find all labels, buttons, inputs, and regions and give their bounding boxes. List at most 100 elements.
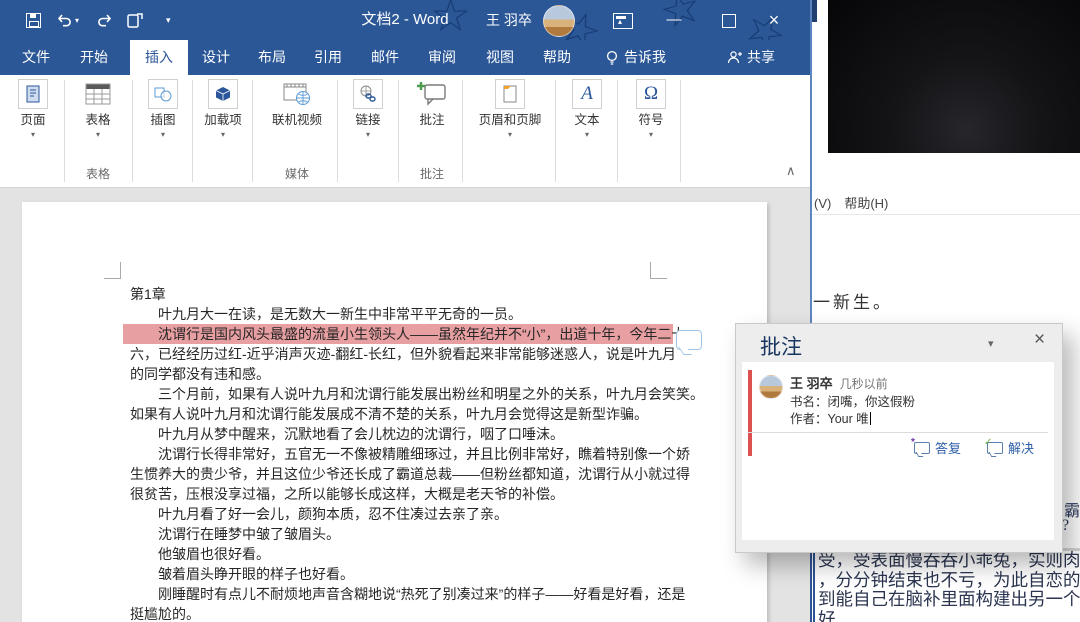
share-label: 共享 [747, 49, 775, 65]
document-line[interactable]: 皱着眉头睁开眼的样子也好看。 [130, 564, 666, 584]
text-button[interactable]: A 文本 ▾ [560, 79, 614, 139]
tab-view[interactable]: 视图 [486, 40, 514, 75]
comment-text-line[interactable]: 作者：Your 唯 [790, 408, 871, 427]
reply-button[interactable]: * 答复 [911, 437, 961, 457]
close-icon[interactable]: × [1034, 329, 1045, 351]
ribbon: 页面 ▾ 表格 ▾ 插图 ▾ 加载项 ▾ 联机视频 链接 ▾ 批注 页眉和页脚 … [0, 75, 810, 188]
document-line[interactable]: 第1章 [130, 284, 666, 304]
links-label: 链接 [355, 113, 381, 127]
chevron-down-icon: ▾ [648, 130, 653, 139]
document-canvas[interactable]: 第1章 叶九月大一在读，是无数大一新生中非常平平无奇的一员。 沈谓行是国内风头最… [0, 188, 810, 622]
symbols-button[interactable]: Ω 符号 ▾ [624, 79, 678, 139]
margin-corner-mark [650, 262, 667, 279]
user-name[interactable]: 王 羽卒 [486, 0, 532, 40]
group-separator [555, 80, 556, 182]
tell-me-box[interactable]: 告诉我 [605, 40, 666, 75]
clipped-text-fragment: ? [1062, 517, 1070, 534]
new-comment-button[interactable]: 批注 [405, 79, 459, 128]
document-line[interactable]: 很贫苦，压根没享过福，之所以能够长成这样，大概是老天爷的补偿。 [130, 484, 666, 504]
ribbon-tab-row: 文件 开始 插入 设计 布局 引用 邮件 审阅 视图 帮助 告诉我 共享 [0, 40, 810, 75]
pages-button[interactable]: 页面 ▾ [6, 79, 60, 139]
tab-home[interactable]: 开始 [80, 40, 108, 75]
online-video-button[interactable]: 联机视频 [257, 79, 337, 128]
document-line-highlighted[interactable]: 沈谓行是国内风头最盛的流量小生领头人——虽然年纪并不“小”，出道十年，今年二十 [123, 324, 685, 344]
minimize-button[interactable]: — [660, 0, 688, 40]
chevron-down-icon: ▾ [584, 130, 589, 139]
document-line[interactable]: 他皱眉也很好看。 [130, 544, 666, 564]
tab-layout[interactable]: 布局 [258, 40, 286, 75]
document-line[interactable]: 六，已经经历过红-近乎消声灭迹-翻红-长红，但外貌看起来非常能够迷惑人，说是叶九… [130, 344, 676, 364]
links-button[interactable]: 链接 ▾ [343, 79, 393, 139]
group-label-table: 表格 [85, 167, 110, 181]
header-footer-button[interactable]: 页眉和页脚 ▾ [466, 79, 554, 139]
tab-help[interactable]: 帮助 [543, 40, 571, 75]
screen: ☆ ☆ ☆ ☆ ▾ ▾ 文档2 - Word 王 羽卒 — × 文件 开始 插入… [0, 0, 1080, 622]
chevron-down-icon[interactable]: ▾ [988, 337, 994, 350]
header-footer-label: 页眉和页脚 [478, 113, 542, 127]
table-button[interactable]: 表格 ▾ [71, 79, 125, 139]
resolve-label: 解决 [1007, 441, 1034, 456]
document-line[interactable]: 叶九月大一在读，是无数大一新生中非常平平无奇的一员。 [130, 304, 666, 324]
document-line[interactable]: 刚睡醒时有点儿不耐烦地声音含糊地说“热死了别凑过来”的样子——好看是好看，还是 [130, 584, 685, 604]
document-line[interactable]: 叶九月看了好一会儿，颜狗本质，忍不住凑过去亲了亲。 [130, 504, 666, 524]
tab-insert[interactable]: 插入 [130, 40, 188, 75]
new-comment-icon [417, 79, 447, 109]
document-line[interactable]: 生惯养大的贵少爷，并且这位少爷还长成了霸道总裁——但粉丝都知道，沈谓行从小就过得 [130, 464, 690, 484]
document-line[interactable]: 如果有人说叶九月和沈谓行能发展成不清不楚的关系，叶九月会觉得这是新型诈骗。 [130, 404, 666, 424]
document-page[interactable]: 第1章 叶九月大一在读，是无数大一新生中非常平平无奇的一员。 沈谓行是国内风头最… [22, 202, 767, 622]
chevron-down-icon: ▾ [160, 130, 165, 139]
comment-card[interactable]: 王 羽卒 几秒以前 书名：闭嘴，你这假粉 作者：Your 唯 * 答复 ✓ 解决 [742, 362, 1054, 540]
group-separator [64, 80, 65, 182]
tab-references[interactable]: 引用 [314, 40, 342, 75]
comment-balloon-icon[interactable] [676, 330, 702, 350]
margin-corner-mark [104, 262, 121, 279]
collapse-ribbon-icon[interactable]: ∧ [786, 163, 796, 179]
document-line[interactable]: 沈谓行长得非常好，五官无一不像被精雕细琢过，并且比例非常好，瞧着特别像一个娇 [130, 444, 690, 464]
comment-actions: * 答复 ✓ 解决 [742, 437, 1034, 457]
page-icon [18, 79, 48, 109]
document-line[interactable]: 三个月前，如果有人说叶九月和沈谓行能发展出粉丝和明星之外的关系，叶九月会笑笑。 [130, 384, 704, 404]
tab-file[interactable]: 文件 [22, 40, 50, 75]
document-text[interactable]: 第1章 叶九月大一在读，是无数大一新生中非常平平无奇的一员。 沈谓行是国内风头最… [123, 284, 704, 622]
illustrations-button[interactable]: 插图 ▾ [138, 79, 188, 139]
chevron-down-icon: ▾ [95, 130, 100, 139]
background-text-line: 好 [818, 608, 836, 622]
user-avatar[interactable] [543, 5, 575, 37]
resolve-bubble-icon: ✓ [984, 437, 1003, 454]
group-separator [617, 80, 618, 182]
document-line[interactable]: 沈谓行在睡梦中皱了皱眉头。 [130, 524, 666, 544]
document-line[interactable]: 叶九月从梦中醒来，沉默地看了会儿枕边的沈谓行，咽了口唾沫。 [130, 424, 666, 444]
comment-author-avatar [759, 375, 783, 399]
table-label: 表格 [85, 113, 111, 127]
group-label-media: 媒体 [284, 167, 309, 181]
divider [748, 432, 1048, 433]
link-icon [353, 79, 383, 109]
share-button[interactable]: 共享 [727, 40, 775, 75]
maximize-button[interactable] [722, 14, 736, 28]
webcam-photo [828, 0, 1080, 153]
tab-review[interactable]: 审阅 [428, 40, 456, 75]
add-ins-button[interactable]: 加载项 ▾ [198, 79, 248, 139]
comment-author: 王 羽卒 几秒以前 [790, 376, 888, 391]
group-separator [462, 80, 463, 182]
background-menu-bar[interactable]: (V) 帮助(H) [814, 193, 888, 212]
group-separator [192, 80, 193, 182]
tab-mailings[interactable]: 邮件 [371, 40, 399, 75]
reply-label: 答复 [934, 441, 961, 456]
resolve-button[interactable]: ✓ 解决 [984, 437, 1034, 457]
online-video-icon [282, 79, 312, 109]
group-separator [132, 80, 133, 182]
online-video-label: 联机视频 [271, 113, 322, 127]
background-text-line: 受，受表面慢吞吞小乖兔，实则肉食 [818, 551, 1080, 570]
illustrations-label: 插图 [150, 113, 176, 127]
document-line[interactable]: 挺尴尬的。 [130, 604, 666, 622]
group-separator [398, 80, 399, 182]
tell-me-label: 告诉我 [624, 49, 666, 65]
text-cursor [869, 412, 871, 425]
close-button[interactable]: × [760, 0, 788, 40]
omega-icon: Ω [636, 79, 666, 109]
document-line[interactable]: 的同学都没有违和感。 [130, 364, 666, 384]
reply-bubble-icon: * [911, 437, 930, 454]
ribbon-display-options-icon[interactable] [613, 13, 633, 29]
tab-design[interactable]: 设计 [202, 40, 230, 75]
